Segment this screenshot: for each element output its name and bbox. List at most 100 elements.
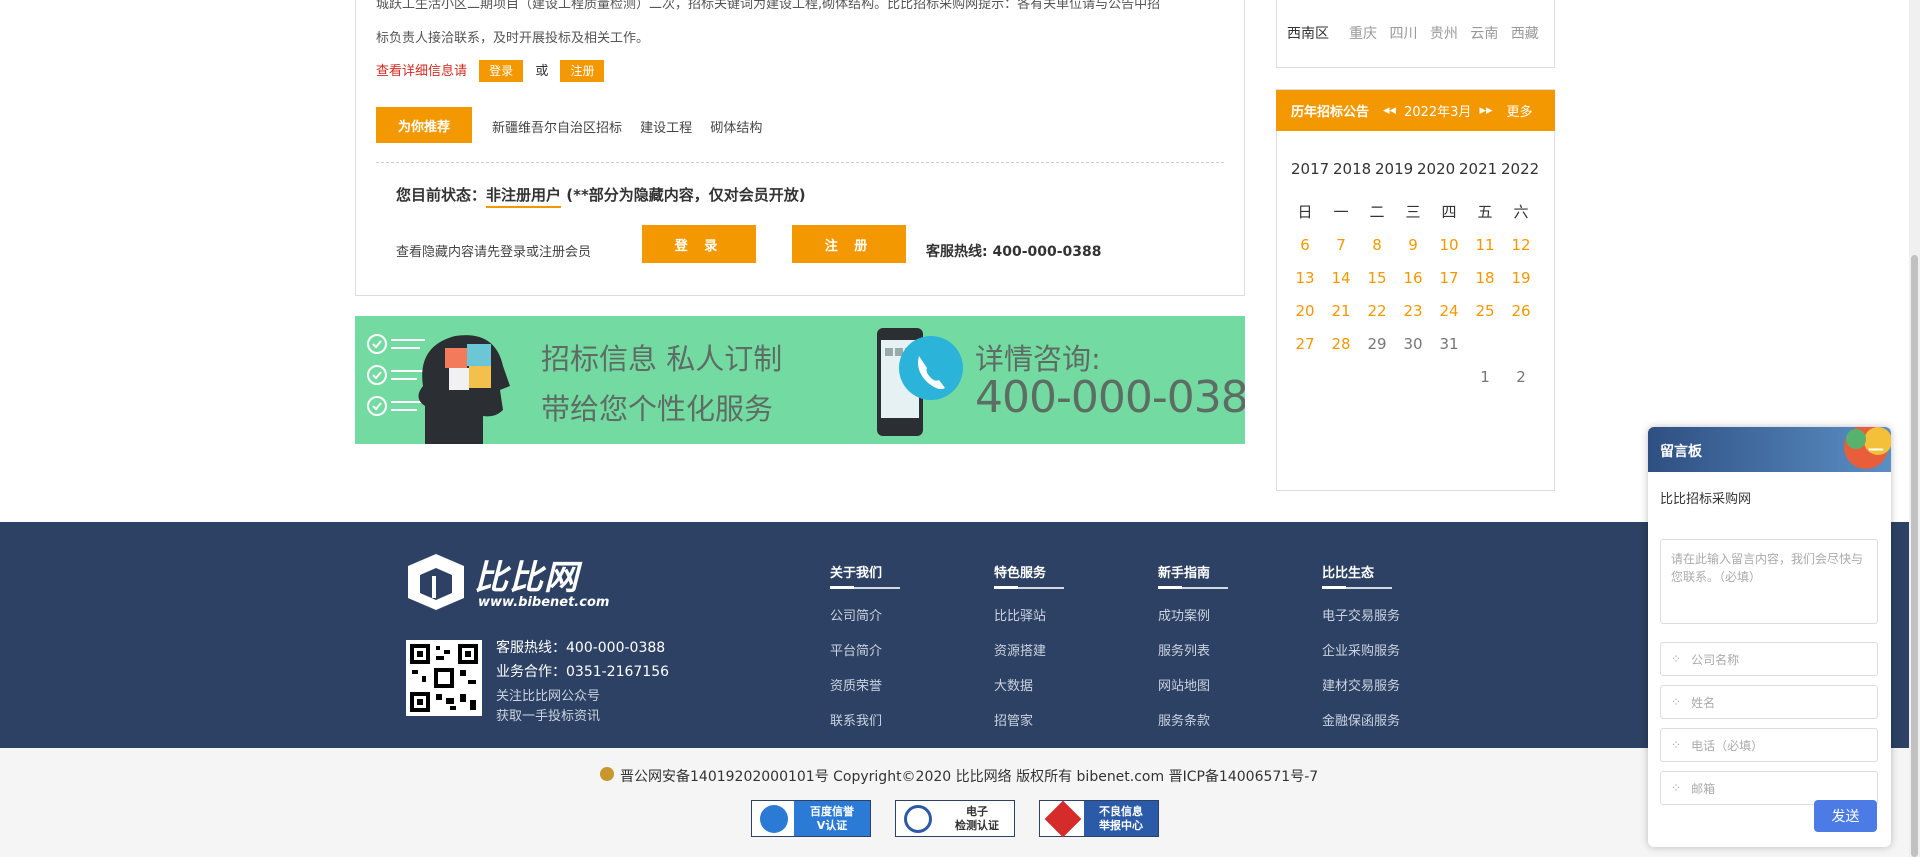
province-link[interactable]: 西藏 — [1511, 26, 1539, 42]
page-scrollbar[interactable] — [1909, 0, 1920, 857]
baidu-credit-badge[interactable]: 百度信誉 V认证 — [751, 800, 871, 837]
province-link[interactable]: 云南 — [1470, 26, 1498, 42]
footer-column-title: 特色服务 — [994, 562, 1114, 589]
region-box: 西南区 重庆 四川 贵州 云南 西藏 — [1276, 0, 1555, 68]
year-list: 2017 2018 2019 2020 2021 2022 — [1291, 160, 1553, 178]
detail-body-line: 城跃工生活小区二期项目（建设工程质量检测）二次，招标关键词为建设工程,砌体结构。… — [376, 0, 1161, 12]
footer-link[interactable]: 平台简介 — [830, 640, 950, 659]
day-link[interactable]: 28 — [1323, 335, 1359, 353]
next-month-icon[interactable]: ▸▸ — [1479, 103, 1492, 118]
day-link[interactable]: 19 — [1503, 269, 1539, 287]
day-link[interactable]: 12 — [1503, 236, 1539, 254]
day-link[interactable]: 22 — [1359, 302, 1395, 320]
province-link[interactable]: 四川 — [1389, 26, 1417, 42]
province-link[interactable]: 重庆 — [1349, 26, 1377, 42]
day-link[interactable]: 27 — [1287, 335, 1323, 353]
day-cell — [1467, 335, 1503, 353]
footer-link[interactable]: 公司简介 — [830, 605, 950, 624]
day-link[interactable]: 21 — [1323, 302, 1359, 320]
name-field[interactable]: ⁘ 姓名 — [1660, 685, 1878, 719]
check-icon — [904, 804, 932, 833]
weekday: 六 — [1513, 203, 1529, 221]
message-textarea[interactable]: 请在此输入留言内容，我们会尽快与您联系。（必填） — [1660, 539, 1878, 624]
e-check-badge[interactable]: 电子 检测认证 — [895, 800, 1015, 837]
footer-link[interactable]: 资质荣誉 — [830, 675, 950, 694]
report-center-badge[interactable]: 不良信息 举报中心 — [1039, 800, 1159, 837]
recommend-tags: 新疆维吾尔自治区招标 建设工程 砌体结构 — [492, 117, 776, 136]
calendar-more-link[interactable]: 更多 — [1507, 101, 1533, 120]
scrollbar-thumb[interactable] — [1911, 255, 1918, 857]
footer-link[interactable]: 成功案例 — [1158, 605, 1278, 624]
footer-link[interactable]: 企业采购服务 — [1322, 640, 1442, 659]
region-label: 西南区 — [1287, 26, 1329, 42]
follow-line: 关注比比网公众号 — [496, 689, 601, 704]
day-link[interactable]: 17 — [1431, 269, 1467, 287]
prev-month-icon[interactable]: ◂◂ — [1383, 103, 1396, 118]
footer-link[interactable]: 比比驿站 — [994, 605, 1114, 624]
footer-link[interactable]: 网站地图 — [1158, 675, 1278, 694]
police-badge-icon — [600, 767, 614, 781]
custom-service-banner[interactable]: 招标信息 私人订制 带给您个性化服务 详情咨询: 400-000-0388 — [355, 316, 1245, 444]
year-link[interactable]: 2018 — [1333, 160, 1375, 178]
day-link[interactable]: 26 — [1503, 302, 1539, 320]
year-link[interactable]: 2017 — [1291, 160, 1333, 178]
footer-column-guide: 新手指南 成功案例 服务列表 网站地图 服务条款 — [1158, 562, 1278, 729]
footer-link[interactable]: 金融保函服务 — [1322, 710, 1442, 729]
year-link[interactable]: 2022 — [1501, 160, 1543, 178]
footer-link[interactable]: 建材交易服务 — [1322, 675, 1442, 694]
year-link[interactable]: 2019 — [1375, 160, 1417, 178]
day-link[interactable]: 24 — [1431, 302, 1467, 320]
register-small-button[interactable]: 注册 — [560, 60, 605, 82]
recommend-tag[interactable]: 建设工程 — [640, 121, 692, 136]
recommend-tag[interactable]: 新疆维吾尔自治区招标 — [492, 121, 622, 136]
hidden-content-hint: 查看隐藏内容请先登录或注册会员 — [396, 245, 592, 260]
week-row: 12 — [1287, 368, 1549, 386]
register-button[interactable]: 注 册 — [792, 225, 906, 263]
footer-link[interactable]: 服务列表 — [1158, 640, 1278, 659]
footer-link[interactable]: 大数据 — [994, 675, 1114, 694]
footer-column-title: 比比生态 — [1322, 562, 1442, 589]
footer-link[interactable]: 招管家 — [994, 710, 1114, 729]
message-board-header: 留言板 — — [1648, 427, 1891, 472]
day-link[interactable]: 13 — [1287, 269, 1323, 287]
province-list: 重庆 四川 贵州 云南 西藏 — [1349, 23, 1547, 43]
bibenet-logo-icon — [408, 554, 464, 610]
footer-link[interactable]: 电子交易服务 — [1322, 605, 1442, 624]
day-link[interactable]: 18 — [1467, 269, 1503, 287]
recommend-tag[interactable]: 砌体结构 — [710, 121, 762, 136]
day-cell: 1 — [1480, 368, 1490, 386]
tender-detail-panel: 城跃工生活小区二期项目（建设工程质量检测）二次，招标关键词为建设工程,砌体结构。… — [355, 0, 1245, 296]
day-link[interactable]: 15 — [1359, 269, 1395, 287]
year-link[interactable]: 2020 — [1417, 160, 1459, 178]
day-link[interactable]: 16 — [1395, 269, 1431, 287]
day-link[interactable]: 6 — [1287, 236, 1323, 254]
recommend-button[interactable]: 为你推荐 — [376, 107, 472, 143]
phone-icon — [877, 328, 963, 436]
company-field[interactable]: ⁘ 公司名称 — [1660, 642, 1878, 676]
login-button[interactable]: 登 录 — [642, 225, 756, 263]
day-link[interactable]: 25 — [1467, 302, 1503, 320]
footer-link[interactable]: 资源搭建 — [994, 640, 1114, 659]
day-link[interactable]: 8 — [1359, 236, 1395, 254]
day-link[interactable]: 7 — [1323, 236, 1359, 254]
year-link[interactable]: 2021 — [1459, 160, 1501, 178]
send-button[interactable]: 发送 — [1814, 800, 1877, 832]
weekday: 三 — [1405, 203, 1421, 221]
footer-link[interactable]: 服务条款 — [1158, 710, 1278, 729]
day-link[interactable]: 11 — [1467, 236, 1503, 254]
day-link[interactable]: 20 — [1287, 302, 1323, 320]
badge-text: 百度信誉 V认证 — [794, 801, 870, 836]
day-link[interactable]: 23 — [1395, 302, 1431, 320]
province-link[interactable]: 贵州 — [1430, 26, 1458, 42]
day-cell — [1287, 368, 1323, 386]
footer-column-services: 特色服务 比比驿站 资源搭建 大数据 招管家 — [994, 562, 1114, 729]
or-text: 或 — [535, 64, 549, 79]
day-link[interactable]: 10 — [1431, 236, 1467, 254]
day-link[interactable]: 9 — [1395, 236, 1431, 254]
logo-url: www.bibenet.com — [478, 595, 610, 610]
footer-link[interactable]: 联系我们 — [830, 710, 950, 729]
minimize-icon[interactable]: — — [1868, 439, 1884, 458]
day-link[interactable]: 14 — [1323, 269, 1359, 287]
phone-field[interactable]: ⁘ 电话（必填） — [1660, 728, 1878, 762]
login-small-button[interactable]: 登录 — [479, 60, 524, 82]
